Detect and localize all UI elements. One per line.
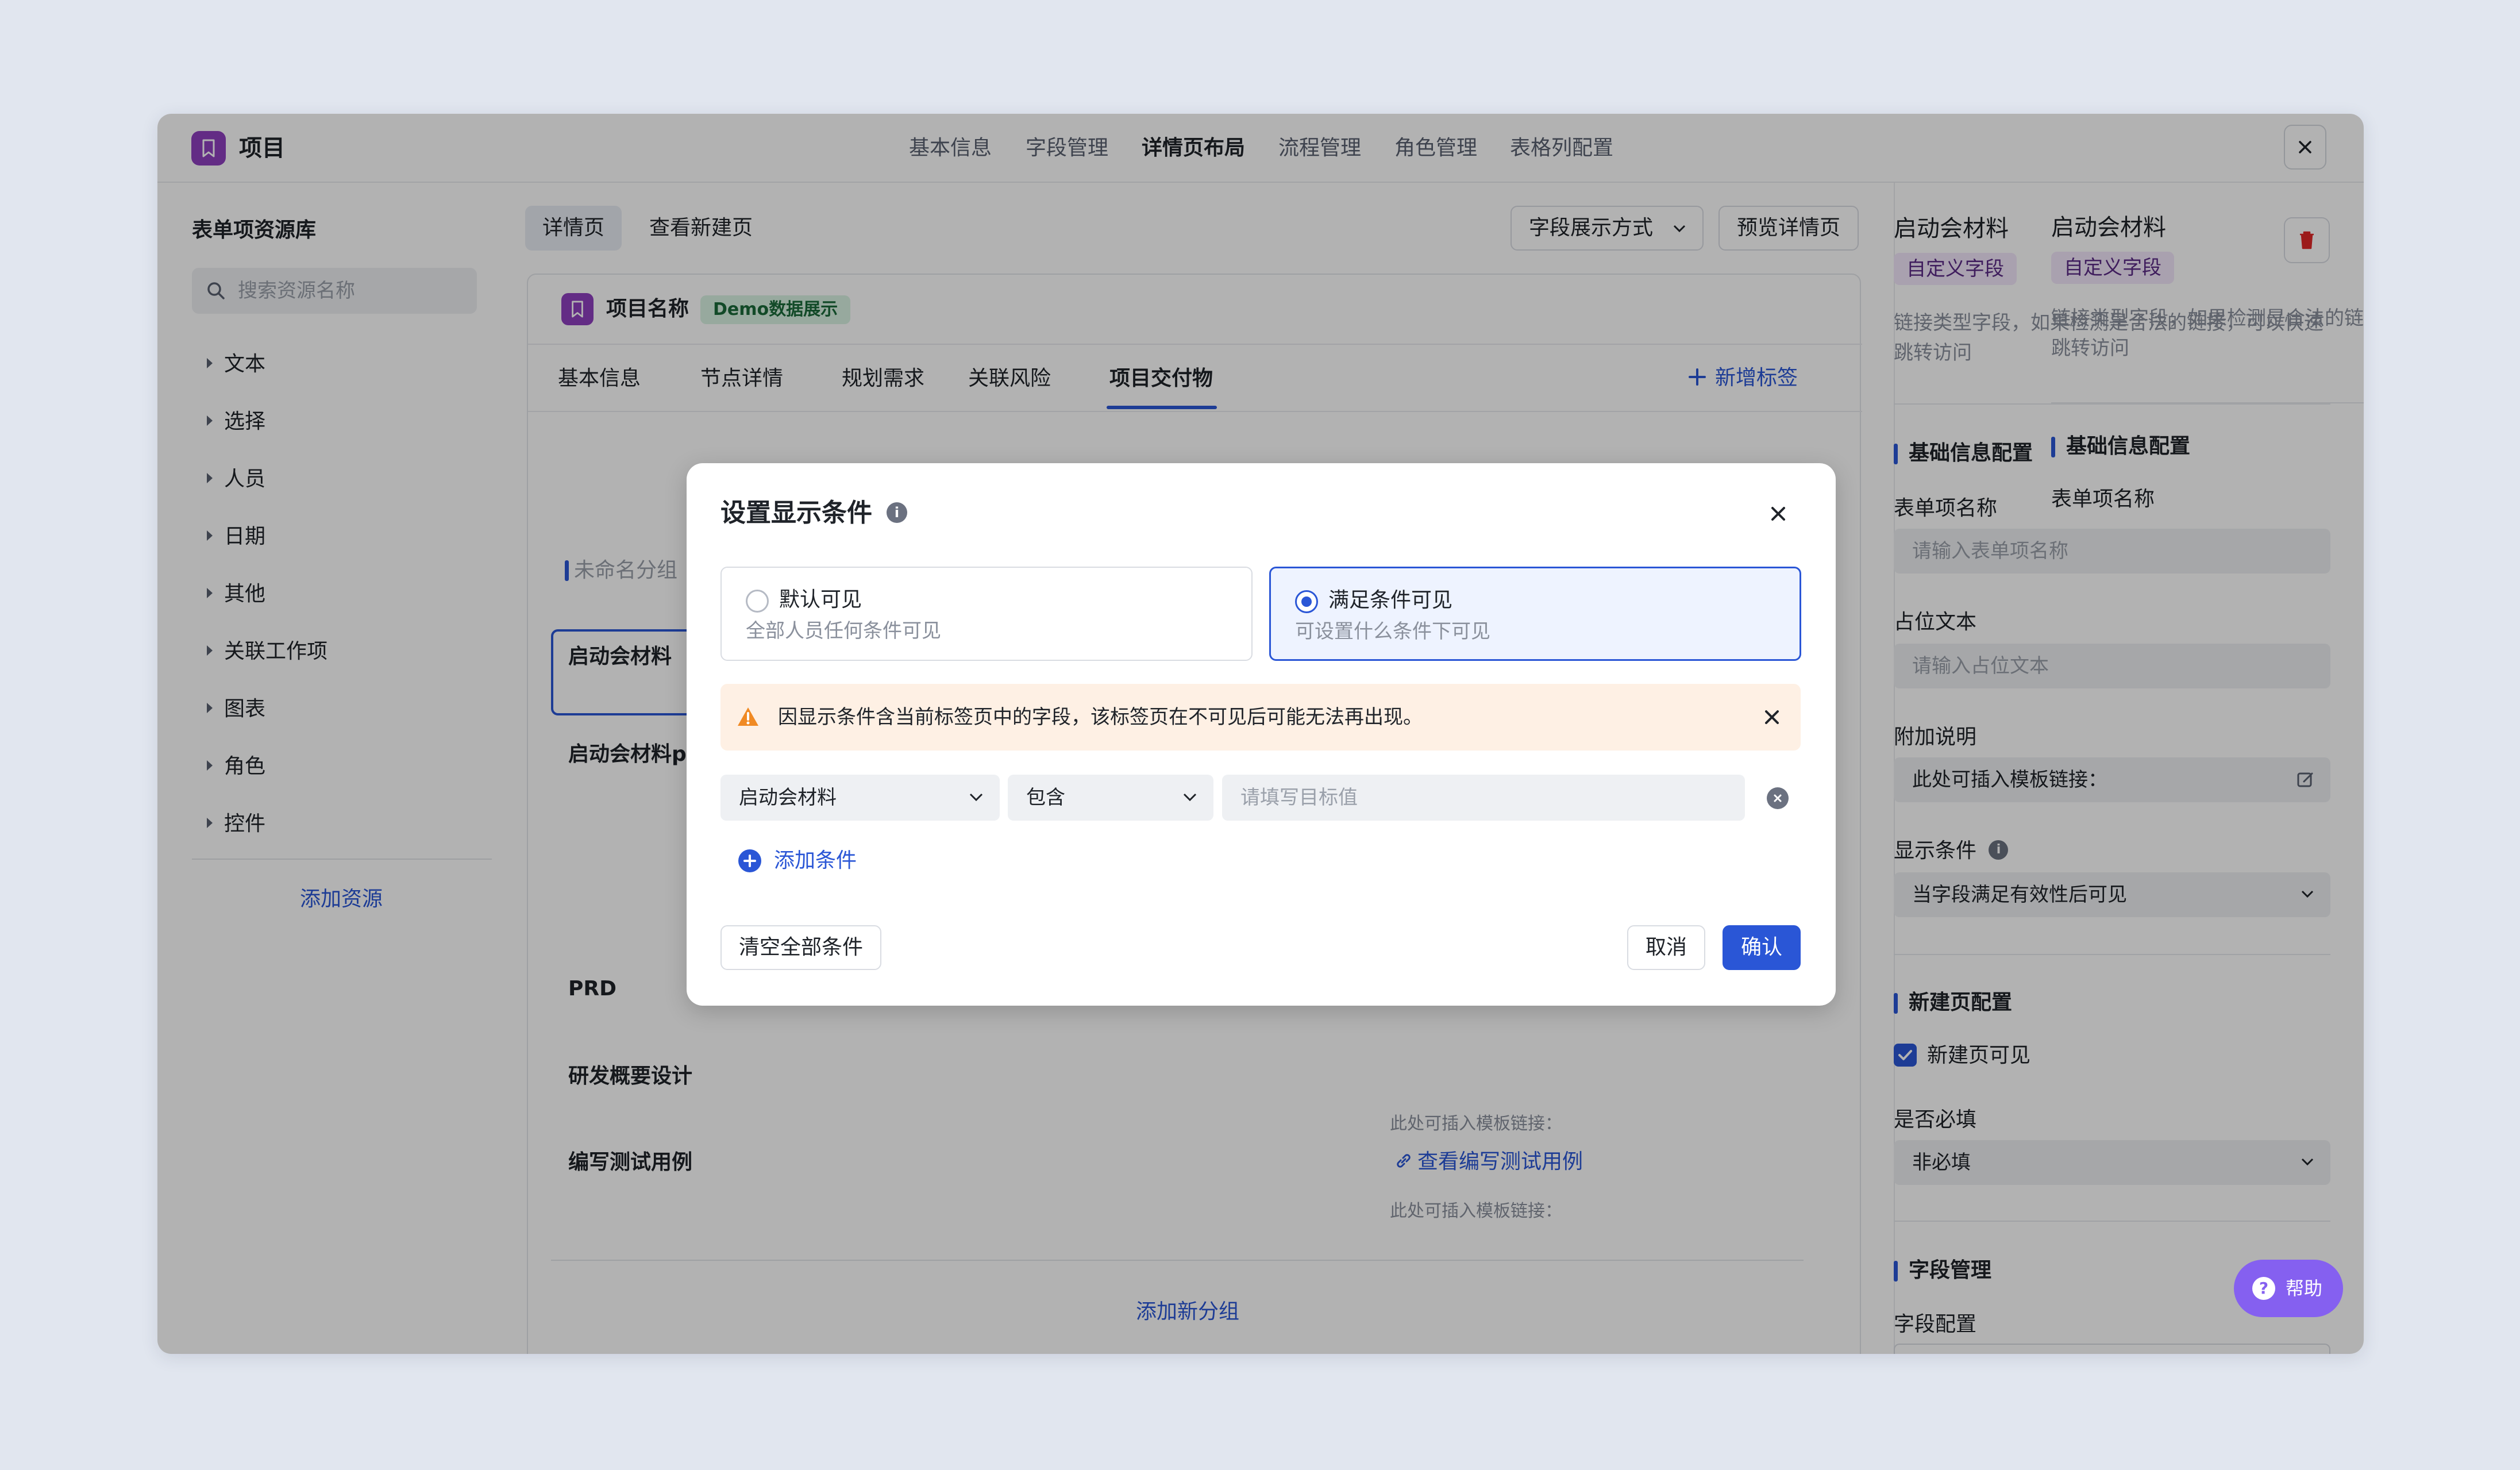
chevron-down-icon bbox=[1183, 793, 1197, 802]
clear-all-conditions-button[interactable]: 清空全部条件 bbox=[720, 925, 882, 970]
help-button[interactable]: ? 帮助 bbox=[2234, 1260, 2344, 1317]
radio-conditional-visible[interactable] bbox=[1295, 590, 1318, 613]
add-condition-button[interactable]: 添加条件 bbox=[738, 845, 857, 877]
chevron-down-icon bbox=[969, 793, 983, 802]
condition-value-input[interactable]: 请填写目标值 bbox=[1222, 775, 1745, 821]
cancel-button[interactable]: 取消 bbox=[1627, 925, 1706, 970]
option-title: 满足条件可见 bbox=[1328, 588, 1453, 612]
dialog-close-button[interactable] bbox=[1767, 502, 1790, 525]
option-description: 可设置什么条件下可见 bbox=[1295, 620, 1490, 643]
add-condition-label: 添加条件 bbox=[774, 849, 857, 872]
option-default-visible[interactable]: 默认可见 全部人员任何条件可见 bbox=[720, 567, 1253, 661]
warning-text: 因显示条件含当前标签页中的字段，该标签页在不可见后可能无法再出现。 bbox=[778, 706, 1423, 729]
warning-banner: 因显示条件含当前标签页中的字段，该标签页在不可见后可能无法再出现。 bbox=[720, 684, 1801, 751]
confirm-button[interactable]: 确认 bbox=[1723, 925, 1801, 970]
option-conditional-visible[interactable]: 满足条件可见 可设置什么条件下可见 bbox=[1269, 567, 1801, 661]
warning-close-button[interactable] bbox=[1762, 707, 1782, 728]
condition-field-select[interactable]: 启动会材料 bbox=[720, 775, 1000, 821]
plus-circle-icon bbox=[738, 849, 761, 872]
dialog-title: 设置显示条件 bbox=[720, 498, 872, 528]
remove-condition-button[interactable] bbox=[1767, 787, 1789, 809]
close-icon bbox=[1765, 710, 1779, 724]
condition-operator-select[interactable]: 包含 bbox=[1008, 775, 1213, 821]
close-icon bbox=[1771, 507, 1785, 521]
radio-default-visible[interactable] bbox=[746, 590, 769, 613]
question-icon: ? bbox=[2252, 1277, 2275, 1300]
select-value: 启动会材料 bbox=[739, 786, 837, 809]
warning-icon bbox=[737, 706, 760, 728]
display-condition-dialog: 设置显示条件 i 默认可见 全部人员任何条件可见 满足条件可见 可设置什么条件下… bbox=[687, 463, 1836, 1006]
select-value: 包含 bbox=[1026, 786, 1065, 809]
option-description: 全部人员任何条件可见 bbox=[746, 619, 941, 642]
info-icon[interactable]: i bbox=[887, 502, 907, 523]
help-label: 帮助 bbox=[2286, 1277, 2323, 1299]
option-title: 默认可见 bbox=[779, 588, 862, 611]
close-circle-icon bbox=[1774, 794, 1782, 802]
